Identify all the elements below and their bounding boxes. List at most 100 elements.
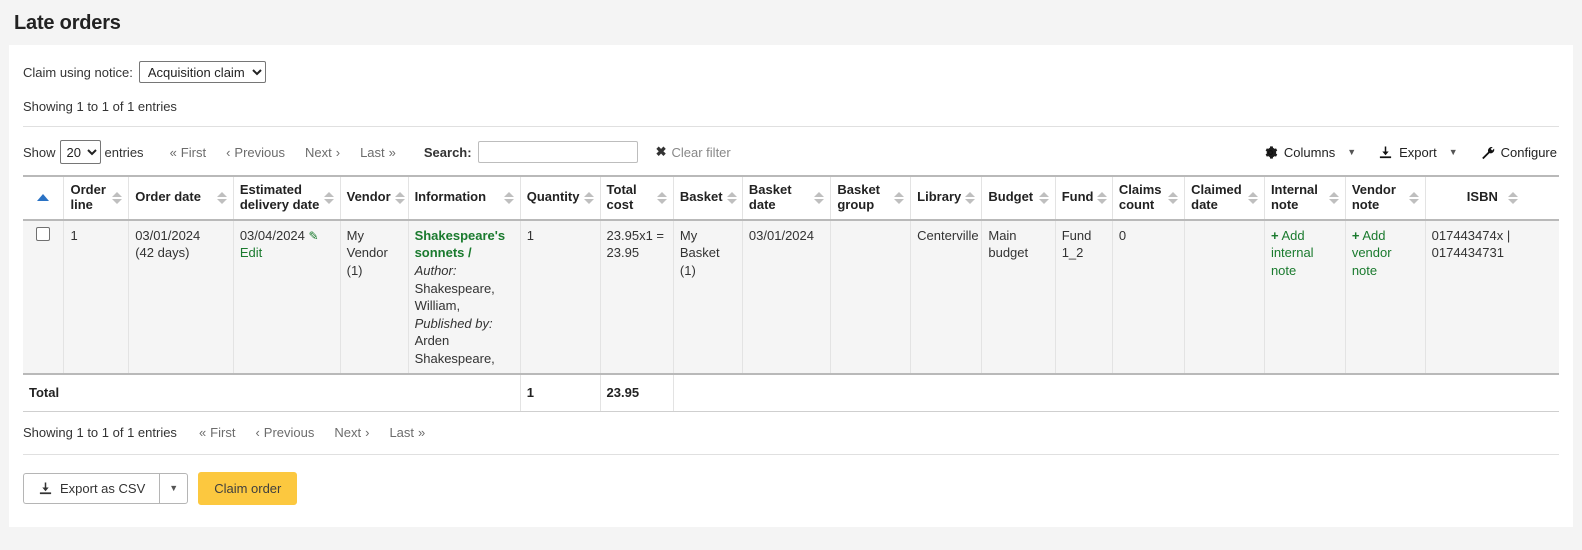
th-basket-group[interactable]: Basket group (831, 176, 911, 220)
th-budget[interactable]: Budget (982, 176, 1055, 220)
total-blank (673, 374, 1559, 411)
sort-icon (112, 191, 122, 205)
th-order-date[interactable]: Order date (129, 176, 234, 220)
pagination-previous-top[interactable]: ‹Previous (226, 145, 285, 160)
row-select-cell[interactable] (23, 220, 64, 374)
sort-icon (894, 191, 904, 205)
published-by-value: Arden Shakespeare, (415, 332, 514, 367)
cell-library: Centerville (911, 220, 982, 374)
page-length-select[interactable]: 20 (60, 140, 101, 164)
th-order-line[interactable]: Order line (64, 176, 129, 220)
estimated-delivery-date-value: 03/04/2024 (240, 228, 305, 243)
total-label: Total (23, 374, 520, 411)
pagination-last-top[interactable]: Last » (360, 145, 396, 160)
th-claims-count-label: Claims count (1119, 183, 1164, 213)
columns-button[interactable]: Columns ▼ (1263, 145, 1356, 160)
cell-total-cost: 23.95x1 = 23.95 (600, 220, 673, 374)
export-csv-dropdown-toggle[interactable]: ▼ (159, 473, 188, 504)
close-icon: ✖ (656, 144, 667, 160)
action-bar: Export as CSV ▼ Claim order (23, 472, 1559, 505)
edit-link[interactable]: Edit (240, 244, 334, 262)
th-isbn-label: ISBN (1467, 190, 1498, 205)
cell-isbn: 017443474x | 0174434731 (1425, 220, 1559, 374)
cell-order-date: 03/01/2024 (42 days) (129, 220, 234, 374)
th-basket-date[interactable]: Basket date (742, 176, 830, 220)
chevron-right-icon: › (336, 145, 340, 160)
download-icon (1378, 145, 1393, 160)
pagination-last-bottom[interactable]: Last» (389, 425, 425, 440)
pagination-top: «First ‹Previous Next› Last » (170, 145, 396, 160)
search-input[interactable] (478, 141, 638, 163)
sort-icon (324, 191, 334, 205)
th-total-cost[interactable]: Total cost (600, 176, 673, 220)
claim-notice-label: Claim using notice: (23, 65, 133, 80)
th-claims-count[interactable]: Claims count (1112, 176, 1184, 220)
row-checkbox[interactable] (36, 227, 50, 241)
cell-vendor-note[interactable]: + Add vendor note (1345, 220, 1425, 374)
th-select-all[interactable] (23, 176, 64, 220)
th-library[interactable]: Library (911, 176, 982, 220)
pagination-last-top-label: Last (360, 145, 385, 160)
page-title: Late orders (0, 0, 1582, 45)
claim-notice-row: Claim using notice: Acquisition claim (23, 59, 1559, 83)
export-label: Export (1399, 145, 1437, 160)
double-chevron-right-icon: » (389, 145, 396, 160)
export-button[interactable]: Export ▼ (1378, 145, 1458, 160)
cell-basket-date: 03/01/2024 (742, 220, 830, 374)
th-estimated-delivery-date[interactable]: Estimated delivery date (233, 176, 340, 220)
published-by-label: Published by: (415, 315, 514, 333)
th-quantity[interactable]: Quantity (520, 176, 600, 220)
cell-basket[interactable]: My Basket (1) (673, 220, 742, 374)
plus-icon: + (1271, 228, 1279, 243)
pagination-previous-bottom[interactable]: ‹Previous (255, 425, 314, 440)
configure-label: Configure (1501, 145, 1557, 160)
th-vendor[interactable]: Vendor (340, 176, 408, 220)
toolbar-left: Show 20 entries «First ‹Previous Next› L… (23, 140, 731, 164)
sort-icon (1329, 191, 1339, 205)
cell-order-line: 1 (64, 220, 129, 374)
table-total-row: Total 1 23.95 (23, 374, 1559, 411)
cell-vendor: My Vendor (1) (340, 220, 408, 374)
sort-icon (1409, 191, 1419, 205)
clear-filter-button[interactable]: ✖ Clear filter (656, 144, 731, 160)
configure-button[interactable]: Configure (1480, 145, 1557, 160)
th-isbn[interactable]: ISBN (1425, 176, 1559, 220)
pagination-next-bottom[interactable]: Next› (334, 425, 369, 440)
th-vendor-note[interactable]: Vendor note (1345, 176, 1425, 220)
divider-bottom (23, 454, 1559, 455)
cell-information: Shakespeare's sonnets / Author: Shakespe… (408, 220, 520, 374)
claim-order-button[interactable]: Claim order (198, 472, 297, 505)
search-group: Search: (424, 141, 638, 163)
th-internal-note[interactable]: Internal note (1264, 176, 1345, 220)
gear-icon (1263, 145, 1278, 160)
pagination-first-bottom[interactable]: «First (199, 425, 236, 440)
th-basket-group-label: Basket group (837, 183, 890, 213)
total-cost: 23.95 (600, 374, 673, 411)
th-order-line-label: Order line (70, 183, 108, 213)
th-information[interactable]: Information (408, 176, 520, 220)
th-basket-date-label: Basket date (749, 183, 810, 213)
pagination-next-top[interactable]: Next› (305, 145, 340, 160)
claim-notice-select[interactable]: Acquisition claim (139, 61, 266, 83)
show-label: Show (23, 145, 56, 160)
chevron-down-icon: ▼ (1449, 147, 1458, 157)
th-basket[interactable]: Basket (673, 176, 742, 220)
divider-top (23, 126, 1559, 127)
biblio-title-link[interactable]: Shakespeare's sonnets / (415, 227, 514, 262)
pagination-first-top-label: First (181, 145, 206, 160)
table-row[interactable]: 1 03/01/2024 (42 days) 03/04/2024 ✎ Edit… (23, 220, 1559, 374)
chevron-down-icon: ▼ (169, 483, 178, 493)
th-estimated-delivery-date-label: Estimated delivery date (240, 183, 320, 213)
th-claimed-date[interactable]: Claimed date (1185, 176, 1265, 220)
pencil-icon[interactable]: ✎ (309, 229, 319, 243)
th-information-label: Information (415, 190, 487, 205)
sort-icon (395, 191, 405, 205)
sort-ascending-icon (37, 194, 49, 201)
pagination-first-top[interactable]: «First (170, 145, 207, 160)
export-as-csv-button[interactable]: Export as CSV (23, 473, 159, 504)
chevron-left-icon: ‹ (255, 425, 259, 440)
plus-icon: + (1352, 228, 1360, 243)
th-fund[interactable]: Fund (1055, 176, 1112, 220)
download-icon (38, 481, 53, 496)
cell-internal-note[interactable]: + Add internal note (1264, 220, 1345, 374)
